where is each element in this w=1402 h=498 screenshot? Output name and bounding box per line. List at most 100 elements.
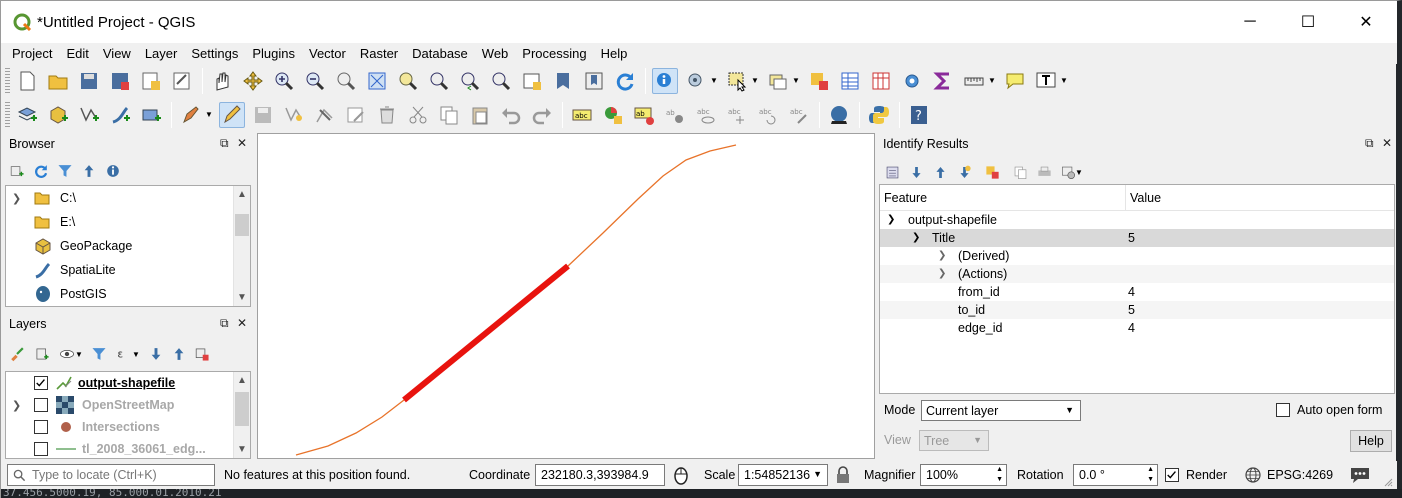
close-panel-icon[interactable]: ✕ [237, 136, 247, 150]
chevron-down-icon[interactable]: ❯ [912, 232, 920, 243]
save-as-icon[interactable] [107, 68, 133, 94]
python-console-icon[interactable] [866, 102, 892, 128]
collapse-all-icon[interactable] [79, 161, 99, 181]
browser-item-e-drive[interactable]: E:\ [6, 210, 233, 234]
chevron-down-icon[interactable]: ▼ [1060, 76, 1068, 85]
menu-help[interactable]: Help [594, 44, 635, 64]
toolbar-grip[interactable] [5, 101, 10, 128]
add-selected-layers-icon[interactable] [7, 161, 27, 181]
new-spatialite-layer-icon[interactable] [107, 102, 133, 128]
chevron-down-icon[interactable]: ▼ [205, 110, 213, 119]
messages-icon[interactable] [1349, 465, 1371, 485]
chevron-down-icon[interactable]: ❯ [12, 399, 21, 412]
chevron-down-icon[interactable]: ▼ [132, 350, 140, 359]
layer-visibility-checkbox[interactable] [34, 398, 48, 412]
help-button[interactable]: Help [1350, 430, 1392, 452]
locator-search-input[interactable]: Type to locate (Ctrl+K) [7, 464, 215, 486]
chevron-down-icon[interactable]: ▼ [234, 289, 250, 306]
menu-project[interactable]: Project [5, 44, 59, 64]
menu-layer[interactable]: Layer [138, 44, 185, 64]
zoom-native-icon[interactable] [333, 68, 359, 94]
expand-tree-icon[interactable] [883, 163, 901, 181]
undo-icon[interactable] [498, 102, 524, 128]
tree-row-derived[interactable]: ❯ (Derived) [880, 247, 1394, 265]
current-edits-icon[interactable] [178, 102, 204, 128]
layer-item-openstreetmap[interactable]: ❯ OpenStreetMap [6, 394, 233, 416]
feature-column-header[interactable]: Feature [884, 191, 927, 205]
browser-item-c-drive[interactable]: ❯ C:\ [6, 186, 233, 210]
clear-results-icon[interactable] [983, 163, 1001, 181]
expand-all-icon[interactable] [907, 163, 925, 181]
layer-diagram-icon[interactable] [600, 102, 626, 128]
copy-features-icon[interactable] [436, 102, 462, 128]
pin-unpin-labels-icon[interactable]: ab [662, 102, 688, 128]
view-select[interactable]: Tree ▼ [919, 430, 989, 451]
resize-grip-icon[interactable] [1383, 477, 1393, 487]
deselect-all-icon[interactable] [806, 68, 832, 94]
scrollbar-thumb[interactable] [235, 392, 249, 426]
new-print-layout-icon[interactable] [138, 68, 164, 94]
collapse-all-icon[interactable] [169, 344, 189, 364]
field-calculator-icon[interactable] [868, 68, 894, 94]
zoom-in-icon[interactable] [271, 68, 297, 94]
chevron-down-icon[interactable]: ▼ [751, 76, 759, 85]
highlight-pinned-labels-icon[interactable]: ab [631, 102, 657, 128]
delete-selected-icon[interactable] [374, 102, 400, 128]
paste-features-icon[interactable] [467, 102, 493, 128]
menu-raster[interactable]: Raster [353, 44, 405, 64]
remove-layer-icon[interactable] [192, 344, 212, 364]
browser-scrollbar[interactable]: ▲ ▼ [233, 186, 250, 306]
layer-item-tl-2008[interactable]: tl_2008_36061_edg... [6, 438, 233, 458]
cut-features-icon[interactable] [405, 102, 431, 128]
layers-scrollbar[interactable]: ▲ ▼ [233, 372, 250, 458]
zoom-to-selection-icon[interactable] [395, 68, 421, 94]
select-features-icon[interactable] [724, 68, 750, 94]
run-feature-action-icon[interactable] [683, 68, 709, 94]
zoom-to-layer-icon[interactable] [426, 68, 452, 94]
print-icon[interactable] [1035, 163, 1053, 181]
lock-scale-icon[interactable] [835, 466, 851, 484]
chevron-right-icon[interactable]: ❯ [938, 268, 946, 279]
zoom-out-icon[interactable] [302, 68, 328, 94]
rotation-spinbox[interactable]: 0.0 ° ▲ ▼ [1073, 464, 1158, 486]
minimize-button[interactable]: ─ [1221, 1, 1279, 43]
float-panel-icon[interactable]: ⧉ [220, 316, 229, 331]
text-annotation-icon[interactable] [1033, 68, 1059, 94]
new-temporary-layer-icon[interactable] [138, 102, 164, 128]
menu-web[interactable]: Web [475, 44, 516, 64]
menu-plugins[interactable]: Plugins [245, 44, 302, 64]
chevron-down-icon[interactable]: ▼ [710, 76, 718, 85]
globe-crs-icon[interactable] [1245, 467, 1261, 483]
chevron-down-icon[interactable]: ▼ [1075, 168, 1083, 177]
select-by-value-icon[interactable] [765, 68, 791, 94]
crs-label[interactable]: EPSG:4269 [1267, 468, 1333, 482]
menu-vector[interactable]: Vector [302, 44, 353, 64]
chevron-up-icon[interactable]: ▲ [234, 372, 250, 389]
render-checkbox[interactable] [1165, 468, 1179, 482]
menu-database[interactable]: Database [405, 44, 475, 64]
chevron-down-icon[interactable]: ▼ [988, 76, 996, 85]
visibility-eye-icon[interactable] [57, 344, 77, 364]
pan-to-selection-icon[interactable] [240, 68, 266, 94]
menu-processing[interactable]: Processing [515, 44, 593, 64]
scrollbar-thumb[interactable] [235, 214, 249, 236]
move-label-icon[interactable]: abc [724, 102, 750, 128]
auto-open-form-checkbox[interactable] [1276, 403, 1290, 417]
tree-row-actions[interactable]: ❯ (Actions) [880, 265, 1394, 283]
data-source-manager-icon[interactable] [14, 102, 40, 128]
map-tips-icon[interactable] [1002, 68, 1028, 94]
menu-edit[interactable]: Edit [59, 44, 95, 64]
change-label-icon[interactable]: abc [786, 102, 812, 128]
magnifier-spinbox[interactable]: 100% ▲ ▼ [920, 464, 1007, 486]
style-manager-icon[interactable] [7, 344, 27, 364]
new-project-icon[interactable] [14, 68, 40, 94]
bookmark-icon[interactable] [550, 68, 576, 94]
filter-icon[interactable] [55, 161, 75, 181]
chevron-down-icon[interactable]: ▼ [792, 76, 800, 85]
toggle-extents-mouse-icon[interactable] [671, 465, 691, 485]
zoom-next-icon[interactable] [488, 68, 514, 94]
tree-row-layer[interactable]: ❯ output-shapefile [880, 211, 1394, 229]
new-map-view-icon[interactable] [519, 68, 545, 94]
statistics-sigma-icon[interactable] [930, 68, 956, 94]
tree-row-attribute[interactable]: edge_id 4 [880, 319, 1394, 337]
